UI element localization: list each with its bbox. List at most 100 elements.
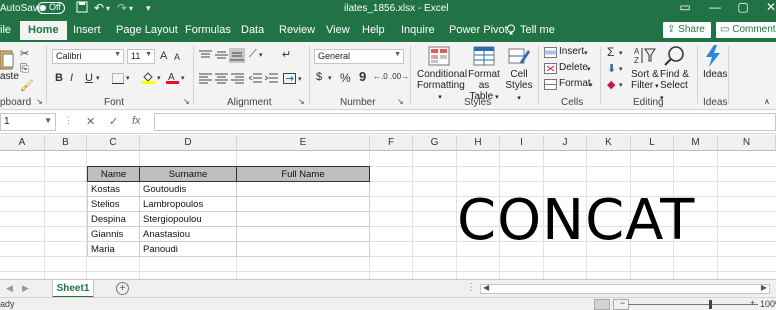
orientation-dropdown-icon[interactable]: ▾ <box>259 51 263 59</box>
align-bottom-icon[interactable] <box>229 48 245 63</box>
table-cell[interactable]: Kostas <box>87 182 140 197</box>
tab-formulas[interactable]: Formulas <box>185 24 231 36</box>
shrink-font-icon[interactable]: A <box>174 52 180 62</box>
table-cell[interactable]: Maria <box>87 242 140 257</box>
close-icon[interactable]: ✕ <box>758 0 776 14</box>
insert-cells-button[interactable]: Insert <box>559 46 584 57</box>
sort-filter-icon[interactable]: AZ <box>634 46 656 66</box>
table-cell[interactable]: Stelios <box>87 197 140 212</box>
tell-me-search[interactable]: Tell me <box>520 24 555 36</box>
tab-home[interactable]: Home <box>20 21 67 42</box>
column-header-l[interactable]: L <box>631 135 674 151</box>
align-left-icon[interactable] <box>199 73 212 84</box>
column-header-m[interactable]: M <box>674 135 718 151</box>
comments-button[interactable]: ▭ Comments <box>716 22 776 38</box>
format-cells-button[interactable]: Format <box>559 78 591 89</box>
header-surname[interactable]: Surname <box>139 166 237 182</box>
column-header-f[interactable]: F <box>370 135 413 151</box>
worksheet-grid[interactable]: A B C D E F G H I J K L M N Name Surname… <box>0 135 776 279</box>
align-top-icon[interactable] <box>199 50 212 61</box>
table-cell[interactable]: Giannis <box>87 227 140 242</box>
insert-cells-icon[interactable] <box>544 47 557 58</box>
table-cell[interactable] <box>236 182 370 197</box>
column-header-i[interactable]: I <box>500 135 544 151</box>
format-as-table-icon[interactable] <box>473 46 495 66</box>
tab-data[interactable]: Data <box>241 24 264 36</box>
fill-dropdown-icon[interactable]: ▾ <box>619 65 623 73</box>
find-select-icon[interactable] <box>664 45 686 66</box>
borders-icon[interactable] <box>112 73 125 84</box>
conditional-formatting-icon[interactable] <box>428 46 450 66</box>
font-size-combo[interactable]: 11 ▼ <box>127 49 155 64</box>
format-cells-icon[interactable] <box>544 79 557 90</box>
share-button[interactable]: ⇪ Share <box>663 22 711 38</box>
column-header-k[interactable]: K <box>587 135 631 151</box>
italic-button[interactable]: I <box>70 72 73 84</box>
insert-dropdown-icon[interactable]: ▾ <box>584 49 588 57</box>
cell-styles-button[interactable]: Cell Styles ▾ <box>503 69 535 104</box>
tab-page-layout[interactable]: Page Layout <box>116 24 178 36</box>
cancel-icon[interactable]: ✕ <box>86 115 95 128</box>
header-name[interactable]: Name <box>87 166 140 182</box>
font-color-icon[interactable]: A <box>166 71 179 84</box>
table-cell[interactable] <box>236 242 370 257</box>
column-header-b[interactable]: B <box>45 135 87 151</box>
scroll-left-arrow-icon[interactable]: ◀ <box>483 283 489 292</box>
fill-dropdown-icon[interactable]: ▾ <box>157 74 161 82</box>
paste-button[interactable]: aste <box>0 71 19 82</box>
zoom-slider-thumb[interactable] <box>709 300 712 309</box>
number-launcher-icon[interactable]: ↘ <box>397 97 404 106</box>
tab-file[interactable]: ile <box>0 24 11 36</box>
percent-icon[interactable]: % <box>340 71 351 85</box>
grow-font-icon[interactable]: A <box>160 50 167 62</box>
add-sheet-button[interactable]: + <box>116 282 129 295</box>
align-middle-icon[interactable] <box>215 50 228 61</box>
table-cell[interactable]: Despina <box>87 212 140 227</box>
format-dropdown-icon[interactable]: ▾ <box>589 81 593 89</box>
more-icon[interactable]: ⋮ <box>64 115 73 126</box>
fill-icon[interactable]: ⬇ <box>607 62 616 75</box>
fill-color-icon[interactable] <box>142 71 155 84</box>
header-full-name[interactable]: Full Name <box>236 166 370 182</box>
alignment-launcher-icon[interactable]: ↘ <box>298 97 305 106</box>
normal-view-icon[interactable] <box>594 299 610 310</box>
scroll-right-icon[interactable]: ▶ <box>22 283 29 294</box>
decrease-decimal-icon[interactable]: .00→ <box>390 72 409 81</box>
minimize-icon[interactable]: — <box>702 0 728 14</box>
redo-icon[interactable]: ↷ <box>117 1 127 15</box>
increase-decimal-icon[interactable]: ←.0 <box>373 72 388 81</box>
tab-view[interactable]: View <box>326 24 350 36</box>
ribbon-display-icon[interactable]: ▭ <box>672 0 698 14</box>
redo-dropdown-icon[interactable]: ▾ <box>129 4 133 13</box>
delete-cells-button[interactable]: Delete <box>559 62 588 73</box>
autosum-icon[interactable]: Σ <box>607 45 614 59</box>
insert-function-icon[interactable]: fx <box>132 115 141 127</box>
tab-inquire[interactable]: Inquire <box>401 24 435 36</box>
collapse-ribbon-icon[interactable]: ∧ <box>764 97 770 106</box>
clipboard-launcher-icon[interactable]: ↘ <box>36 97 43 106</box>
column-header-g[interactable]: G <box>413 135 457 151</box>
column-header-h[interactable]: H <box>457 135 500 151</box>
ideas-icon[interactable] <box>704 45 726 67</box>
scroll-right-arrow-icon[interactable]: ▶ <box>761 283 767 292</box>
bold-button[interactable]: B <box>55 72 63 84</box>
font-name-combo[interactable]: Calibri ▼ <box>52 49 124 64</box>
table-cell[interactable] <box>236 227 370 242</box>
copy-icon[interactable]: ⎘ <box>20 63 29 76</box>
cell-styles-icon[interactable] <box>508 46 530 66</box>
decrease-indent-icon[interactable] <box>248 73 262 84</box>
column-header-n[interactable]: N <box>718 135 776 151</box>
find-select-button[interactable]: Find & Select ▾ <box>660 69 690 104</box>
horizontal-scrollbar[interactable]: ◀ ▶ <box>480 283 770 294</box>
tab-power-pivot[interactable]: Power Pivot <box>449 24 508 36</box>
column-header-c[interactable]: C <box>87 135 140 151</box>
undo-icon[interactable]: ↶ <box>94 1 104 15</box>
zoom-slider-track[interactable] <box>628 304 758 305</box>
conditional-formatting-button[interactable]: Conditional Formatting ▾ <box>417 69 467 103</box>
align-center-icon[interactable] <box>215 73 228 84</box>
increase-indent-icon[interactable] <box>264 73 278 84</box>
sheet-split-icon[interactable]: ⋮ <box>466 282 476 293</box>
column-header-j[interactable]: J <box>544 135 587 151</box>
sort-filter-button[interactable]: Sort & Filter ▾ <box>631 69 661 92</box>
table-cell[interactable]: Anastasiou <box>139 227 237 242</box>
